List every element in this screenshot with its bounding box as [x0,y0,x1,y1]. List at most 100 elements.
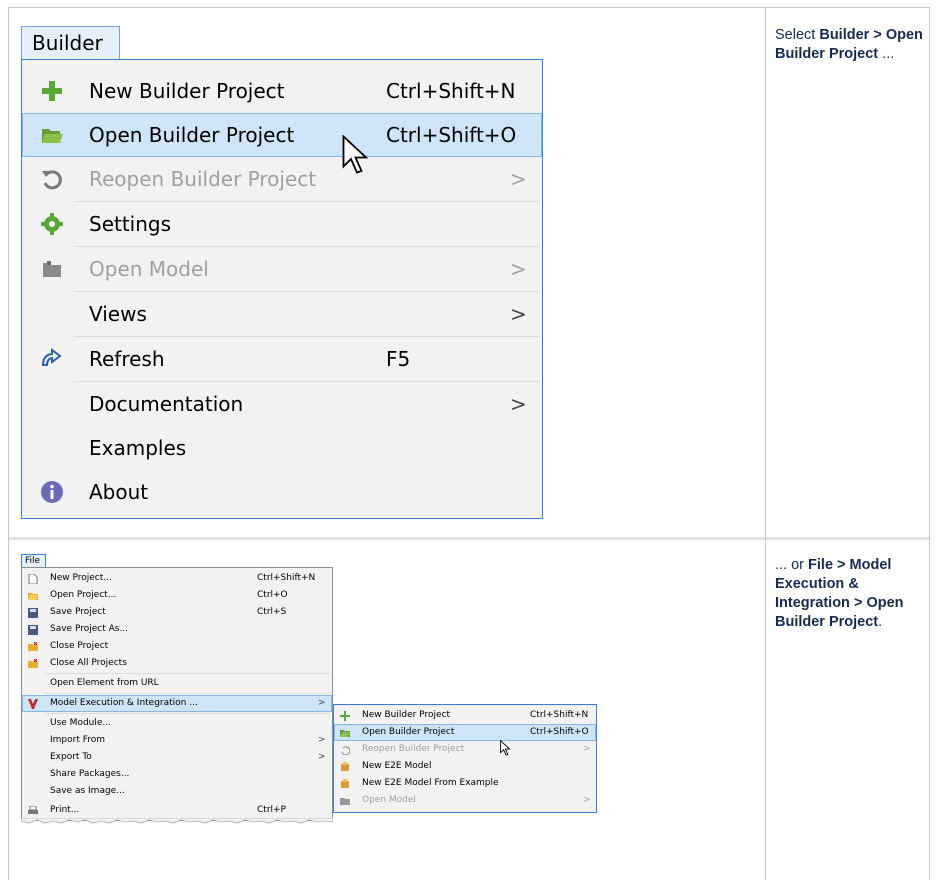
menu-item-label: Import From [50,735,106,745]
torn-edge [21,818,333,824]
file-item-close-all-projects[interactable]: Close All Projects [22,655,332,672]
mei-submenu: New Builder Project Ctrl+Shift+N Open Bu… [333,704,597,813]
menu-item-shortcut: Ctrl+Shift+N [257,573,316,583]
mei-icon [28,699,38,709]
menu-item-label: Open Project... [50,590,117,600]
menu-separator [44,673,330,674]
menu-item-label: Open Element from URL [50,678,159,688]
reopen-icon [341,746,350,755]
menu-item-label: Use Module... [50,718,111,728]
desc1-suffix: ... [878,46,895,62]
menu-item-label: Model Execution & Integration ... [50,698,198,708]
file-item-save-project[interactable]: Save Project Ctrl+S [22,604,332,621]
description-file: ... or File > Model Execution & Integrat… [775,556,925,632]
file-dropdown: New Project... Ctrl+Shift+N Open Project… [21,567,333,821]
close-all-icon [28,659,38,668]
save-icon [28,608,38,618]
menu-item-label: Print... [50,805,80,815]
table-left-border [8,7,9,880]
desc1-prefix: Select [775,27,820,43]
table-row-divider [8,537,929,540]
file-item-save-project-as[interactable]: Save Project As... [22,621,332,638]
table-right-border [929,7,930,880]
menu-item-label: Views [89,302,147,326]
menu-item-label: Documentation [89,392,244,416]
file-item-use-module[interactable]: Use Module... [22,715,332,732]
file-item-open-element-from-url[interactable]: Open Element from URL [22,675,332,692]
menu-item-label: Export To [50,752,92,762]
gear-icon [41,213,63,235]
file-item-save-as-image[interactable]: Save as Image... [22,783,332,800]
menu-item-label: Reopen Builder Project [89,167,317,191]
sub-item-new-e2e-model-from-example[interactable]: New E2E Model From Example [334,775,596,792]
menu-item-shortcut: Ctrl+Shift+N [386,79,516,103]
sub-item-reopen-builder-project[interactable]: Reopen Builder Project > [334,741,596,758]
submenu-arrow-icon: > [318,752,326,762]
print-icon [28,806,38,814]
menu-item-settings[interactable]: Settings [22,202,542,246]
menu-item-label: Reopen Builder Project [362,744,465,754]
menu-item-views[interactable]: Views > [22,292,542,336]
file-item-close-project[interactable]: Close Project [22,638,332,655]
save-as-icon [28,625,38,635]
menu-item-refresh[interactable]: Refresh F5 [22,337,542,381]
submenu-arrow-icon: > [510,257,527,281]
menu-item-shortcut: Ctrl+O [257,590,288,600]
menu-item-shortcut: Ctrl+S [257,607,287,617]
submenu-arrow-icon: > [318,698,326,708]
menu-item-about[interactable]: About [22,470,542,514]
mouse-cursor-icon [500,740,511,756]
menu-item-label: Save as Image... [50,786,125,796]
e2e-model-icon [341,762,349,771]
table-column-divider [765,7,766,880]
menu-item-label: Open Model [89,257,209,281]
table-top-border [8,7,929,8]
menu-item-label: New Project... [50,573,112,583]
menu-item-examples[interactable]: Examples [22,426,542,470]
submenu-arrow-icon: > [318,735,326,745]
sub-item-new-builder-project[interactable]: New Builder Project Ctrl+Shift+N [334,707,596,724]
submenu-arrow-icon: > [583,744,591,754]
reopen-icon [42,170,62,190]
file-menu-title[interactable]: File [21,554,46,568]
info-icon [41,481,63,503]
menu-item-label: Examples [89,436,187,460]
desc2-suffix: . [878,614,883,630]
menu-item-label: New E2E Model [362,761,432,771]
file-item-open-project[interactable]: Open Project... Ctrl+O [22,587,332,604]
menu-item-label: Open Builder Project [362,727,455,737]
file-item-export-to[interactable]: Export To > [22,749,332,766]
open-folder-icon [28,593,38,600]
file-item-new-project[interactable]: New Project... Ctrl+Shift+N [22,570,332,587]
menu-item-shortcut: Ctrl+P [257,805,286,815]
builder-menu-title[interactable]: Builder [21,26,120,60]
submenu-arrow-icon: > [510,302,527,326]
file-item-print[interactable]: Print... Ctrl+P [22,802,332,819]
model-icon [43,261,61,277]
submenu-arrow-icon: > [510,167,527,191]
menu-item-reopen-builder-project[interactable]: Reopen Builder Project > [22,157,542,201]
menu-separator [44,693,330,694]
close-folder-icon [28,642,38,651]
menu-item-new-builder-project[interactable]: New Builder Project Ctrl+Shift+N [22,69,542,113]
sub-item-open-model[interactable]: Open Model > [334,792,596,809]
refresh-icon [41,348,62,366]
file-item-model-execution-integration[interactable]: Model Execution & Integration ... > [22,695,332,712]
submenu-arrow-icon: > [510,392,527,416]
open-folder-icon [42,129,63,143]
menu-item-label: Close All Projects [50,658,127,668]
sub-item-new-e2e-model[interactable]: New E2E Model [334,758,596,775]
description-builder: Select Builder > Open Builder Project ..… [775,26,925,64]
menu-item-label: Settings [89,212,172,236]
file-item-share-packages[interactable]: Share Packages... [22,766,332,783]
menu-item-shortcut: Ctrl+Shift+N [530,710,589,720]
menu-item-open-model[interactable]: Open Model > [22,247,542,291]
menu-item-documentation[interactable]: Documentation > [22,382,542,426]
menu-item-shortcut: F5 [386,347,411,371]
menu-item-label: Share Packages... [50,769,130,779]
desc2-prefix: ... or [775,557,809,573]
sub-item-open-builder-project[interactable]: Open Builder Project Ctrl+Shift+O [334,724,596,741]
builder-dropdown: New Builder Project Ctrl+Shift+N Open Bu… [21,59,543,519]
file-item-import-from[interactable]: Import From > [22,732,332,749]
menu-item-open-builder-project[interactable]: Open Builder Project Ctrl+Shift+O [22,113,542,157]
